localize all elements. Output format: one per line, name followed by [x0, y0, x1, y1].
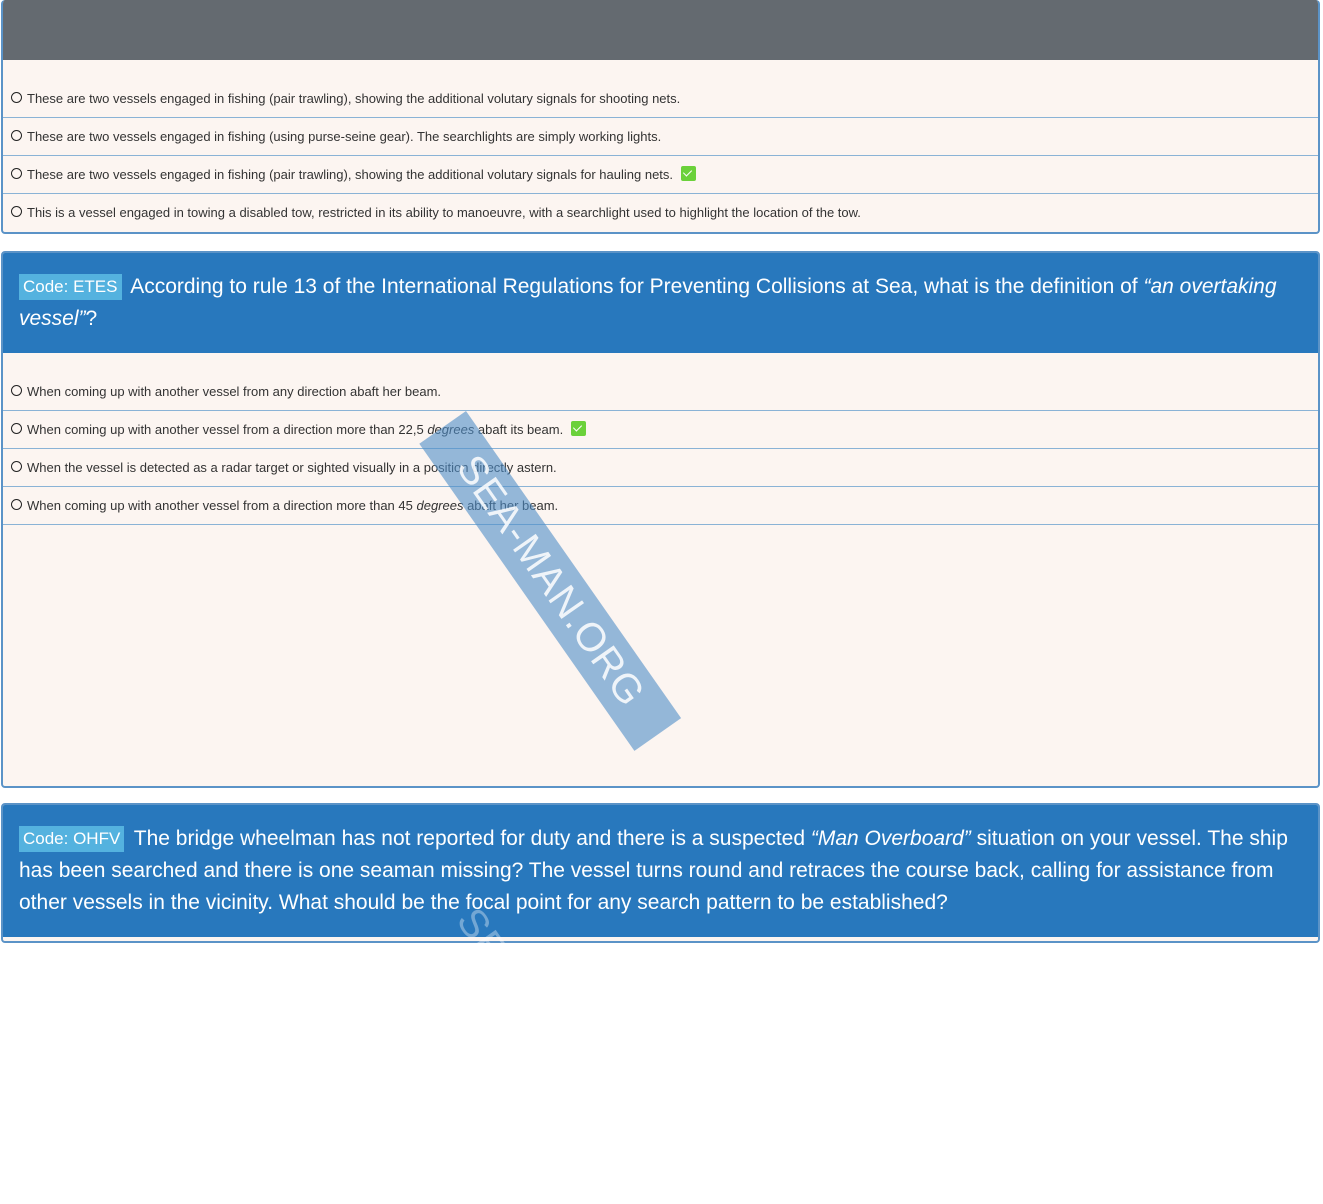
- radio-icon[interactable]: [11, 206, 22, 217]
- question-card-2: Code: ETES According to rule 13 of the I…: [1, 251, 1320, 788]
- answer-text: When coming up with another vessel from …: [27, 498, 417, 513]
- correct-check-icon: [570, 421, 586, 436]
- radio-icon[interactable]: [11, 385, 22, 396]
- answer-option[interactable]: These are two vessels engaged in fishing…: [3, 80, 1318, 118]
- answer-text-italic: degrees: [427, 422, 475, 437]
- question-card-1: These are two vessels engaged in fishing…: [1, 0, 1320, 234]
- answer-text: These are two vessels engaged in fishing…: [27, 129, 662, 144]
- answer-list: When coming up with another vessel from …: [3, 353, 1318, 525]
- radio-icon[interactable]: [11, 499, 22, 510]
- code-badge: Code: ETES: [19, 274, 122, 300]
- question-header: Code: OHFV The bridge wheelman has not r…: [3, 805, 1318, 937]
- answer-option[interactable]: When coming up with another vessel from …: [3, 411, 1318, 449]
- radio-icon[interactable]: [11, 168, 22, 179]
- answer-option[interactable]: These are two vessels engaged in fishing…: [3, 118, 1318, 156]
- radio-icon[interactable]: [11, 461, 22, 472]
- question-text: According to rule 13 of the Internationa…: [130, 275, 1144, 298]
- answer-option[interactable]: When coming up with another vessel from …: [3, 373, 1318, 411]
- answer-option[interactable]: When coming up with another vessel from …: [3, 487, 1318, 525]
- answer-text-end: abaft her beam.: [463, 498, 559, 513]
- answer-option[interactable]: These are two vessels engaged in fishing…: [3, 156, 1318, 194]
- answer-text: These are two vessels engaged in fishing…: [27, 167, 674, 182]
- answer-option[interactable]: This is a vessel engaged in towing a dis…: [3, 194, 1318, 231]
- question-text-end: ?: [85, 307, 98, 330]
- question-text-italic: “Man Overboard”: [810, 827, 971, 850]
- question-image-area: [3, 0, 1318, 60]
- question-header: Code: ETES According to rule 13 of the I…: [3, 253, 1318, 353]
- question-card-3: Code: OHFV The bridge wheelman has not r…: [1, 803, 1320, 943]
- answer-text: These are two vessels engaged in fishing…: [27, 91, 681, 106]
- answer-list: These are two vessels engaged in fishing…: [3, 60, 1318, 231]
- radio-icon[interactable]: [11, 423, 22, 434]
- answer-text: When the vessel is detected as a radar t…: [27, 460, 557, 475]
- answer-text: This is a vessel engaged in towing a dis…: [27, 205, 861, 220]
- answer-text-italic: degrees: [416, 498, 464, 513]
- radio-icon[interactable]: [11, 92, 22, 103]
- question-text: The bridge wheelman has not reported for…: [133, 827, 811, 850]
- code-badge: Code: OHFV: [19, 826, 125, 852]
- radio-icon[interactable]: [11, 130, 22, 141]
- correct-check-icon: [680, 166, 696, 181]
- answer-text: When coming up with another vessel from …: [27, 384, 442, 399]
- answer-text: When coming up with another vessel from …: [27, 422, 428, 437]
- answer-text-end: abaft its beam.: [474, 422, 564, 437]
- answer-option[interactable]: When the vessel is detected as a radar t…: [3, 449, 1318, 487]
